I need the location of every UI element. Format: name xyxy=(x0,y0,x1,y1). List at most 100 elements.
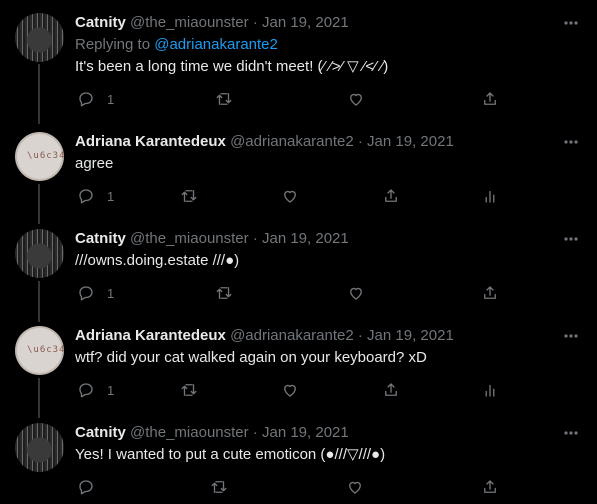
reply-count: 1 xyxy=(107,285,115,301)
share-icon xyxy=(385,383,397,396)
share-button[interactable] xyxy=(481,477,499,497)
retweet-button[interactable] xyxy=(210,477,228,497)
display-name[interactable]: Adriana Karantedeux xyxy=(75,327,226,344)
separator-dot: · xyxy=(357,327,363,344)
analytics-icon xyxy=(485,190,495,203)
reply-count: 1 xyxy=(107,382,115,398)
share-button[interactable] xyxy=(382,380,400,400)
share-icon xyxy=(484,480,496,493)
reply-button[interactable]: 1 xyxy=(77,89,114,109)
more-options-icon[interactable] xyxy=(563,15,579,31)
display-name[interactable]: Catnity xyxy=(75,14,126,31)
user-handle[interactable]: @adrianakarante2 xyxy=(230,133,354,150)
more-options-icon[interactable] xyxy=(563,328,579,344)
retweet-button[interactable] xyxy=(215,283,233,303)
more-options-icon[interactable] xyxy=(563,425,579,441)
retweet-button[interactable] xyxy=(215,89,233,109)
like-button[interactable] xyxy=(281,186,299,206)
user-handle[interactable]: @adrianakarante2 xyxy=(230,327,354,344)
replying-to: Replying to @adrianakarante2 xyxy=(75,35,278,55)
tweet-text: agree xyxy=(75,155,114,172)
reply-icon xyxy=(79,286,93,301)
replying-to-label: Replying to xyxy=(75,36,151,53)
reply-icon xyxy=(79,189,93,204)
avatar[interactable]: \u6c34\u25a1+ xyxy=(15,132,64,181)
like-button[interactable] xyxy=(346,477,364,497)
tweet-text: ///owns.doing.estate ///●) xyxy=(75,252,240,269)
like-icon xyxy=(284,384,296,397)
separator-dot: · xyxy=(252,230,258,247)
tweet-date[interactable]: Jan 19, 2021 xyxy=(262,230,349,247)
analytics-button[interactable] xyxy=(481,186,499,206)
like-icon xyxy=(349,481,361,494)
tweet-header: Adriana Karantedeux @adrianakarante2 · J… xyxy=(75,326,454,346)
tweet-date[interactable]: Jan 19, 2021 xyxy=(367,133,454,150)
reply-count: 1 xyxy=(107,91,115,107)
avatar[interactable] xyxy=(15,229,64,278)
user-handle[interactable]: @the_miaounster xyxy=(130,14,249,31)
tweet-actions: 1 xyxy=(75,380,515,400)
share-icon xyxy=(484,92,496,105)
tweet[interactable]: \u6c34\u25a1+ Adriana Karantedeux @adria… xyxy=(0,132,597,212)
avatar[interactable] xyxy=(15,423,64,472)
reply-button[interactable]: 1 xyxy=(77,186,114,206)
reply-button[interactable]: 1 xyxy=(77,283,114,303)
retweet-button[interactable] xyxy=(180,380,198,400)
tweet-header: Catnity @the_miaounster · Jan 19, 2021 xyxy=(75,229,349,249)
more-options-icon[interactable] xyxy=(563,134,579,150)
retweet-button[interactable] xyxy=(180,186,198,206)
tweet-text: Yes! I wanted to put a cute emoticon (●/… xyxy=(75,446,386,463)
retweet-icon xyxy=(181,384,197,396)
tweet[interactable]: Catnity @the_miaounster · Jan 19, 2021 R… xyxy=(0,13,597,113)
like-button[interactable] xyxy=(347,89,365,109)
share-icon xyxy=(484,286,496,299)
tweet-header: Catnity @the_miaounster · Jan 19, 2021 xyxy=(75,13,349,33)
share-button[interactable] xyxy=(382,186,400,206)
tweet-actions: 1 xyxy=(75,89,515,109)
display-name[interactable]: Catnity xyxy=(75,424,126,441)
reply-icon xyxy=(79,383,93,398)
reply-button[interactable]: 1 xyxy=(77,380,114,400)
reply-count: 1 xyxy=(107,188,115,204)
reply-icon xyxy=(79,92,93,107)
like-icon xyxy=(350,93,362,106)
avatar[interactable] xyxy=(15,13,64,62)
more-options-icon[interactable] xyxy=(563,231,579,247)
tweet-text: It's been a long time we didn't meet! (⁄… xyxy=(75,58,389,75)
tweet[interactable]: Catnity @the_miaounster · Jan 19, 2021 /… xyxy=(0,229,597,309)
retweet-icon xyxy=(216,93,232,105)
tweet-date[interactable]: Jan 19, 2021 xyxy=(262,14,349,31)
separator-dot: · xyxy=(357,133,363,150)
tweet[interactable]: \u6c34\u25a1+ Adriana Karantedeux @adria… xyxy=(0,326,597,406)
like-button[interactable] xyxy=(281,380,299,400)
separator-dot: · xyxy=(252,14,258,31)
share-button[interactable] xyxy=(481,283,499,303)
avatar[interactable]: \u6c34\u25a1+ xyxy=(15,326,64,375)
like-icon xyxy=(284,190,296,203)
analytics-button[interactable] xyxy=(481,380,499,400)
like-button[interactable] xyxy=(347,283,365,303)
user-handle[interactable]: @the_miaounster xyxy=(130,424,249,441)
share-button[interactable] xyxy=(481,89,499,109)
tweet[interactable]: Catnity @the_miaounster · Jan 19, 2021 Y… xyxy=(0,423,597,503)
separator-dot: · xyxy=(252,424,258,441)
reply-icon xyxy=(79,480,93,495)
user-handle[interactable]: @the_miaounster xyxy=(130,230,249,247)
analytics-icon xyxy=(485,384,495,397)
replying-to-link[interactable]: @adrianakarante2 xyxy=(154,36,278,53)
display-name[interactable]: Catnity xyxy=(75,230,126,247)
retweet-icon xyxy=(181,190,197,202)
tweet-header: Adriana Karantedeux @adrianakarante2 · J… xyxy=(75,132,454,152)
tweet-actions: 1 xyxy=(75,283,515,303)
tweet-date[interactable]: Jan 19, 2021 xyxy=(262,424,349,441)
retweet-icon xyxy=(216,287,232,299)
reply-button[interactable] xyxy=(77,477,107,497)
tweet-thread: Catnity @the_miaounster · Jan 19, 2021 R… xyxy=(0,0,597,504)
tweet-text: wtf? did your cat walked again on your k… xyxy=(75,349,427,366)
like-icon xyxy=(350,287,362,300)
tweet-date[interactable]: Jan 19, 2021 xyxy=(367,327,454,344)
tweet-actions: 1 xyxy=(75,186,515,206)
tweet-actions xyxy=(75,477,515,497)
display-name[interactable]: Adriana Karantedeux xyxy=(75,133,226,150)
retweet-icon xyxy=(211,481,227,493)
